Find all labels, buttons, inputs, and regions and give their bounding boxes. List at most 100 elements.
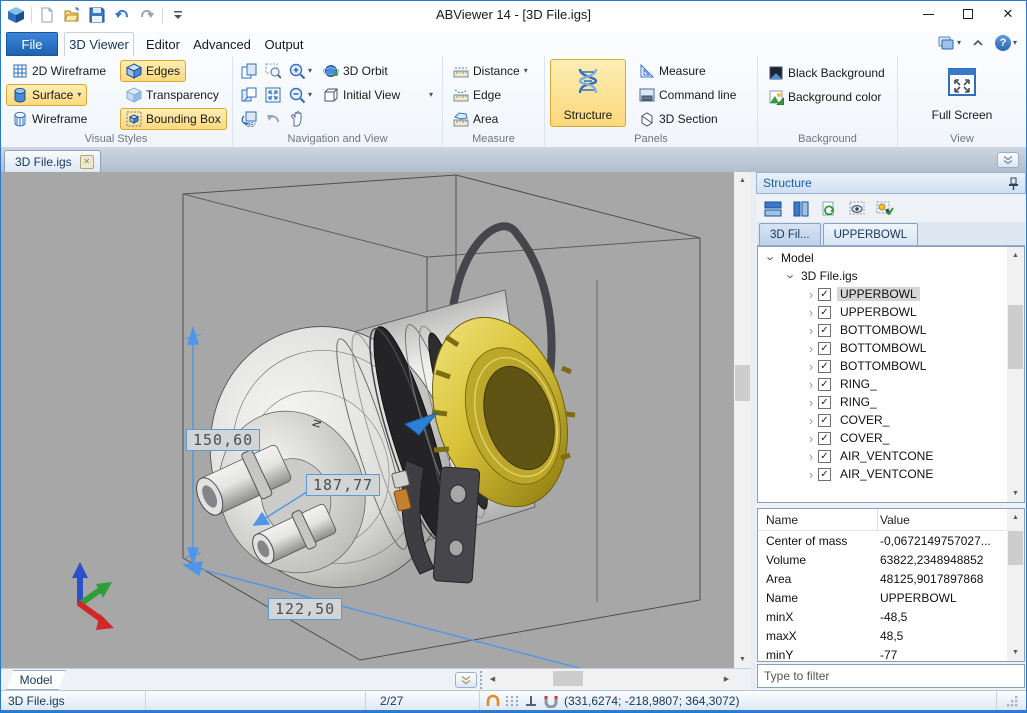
style-switcher-button[interactable]: ▾ — [937, 35, 961, 51]
tree-item-label[interactable]: RING_ — [837, 377, 880, 391]
visibility-checkbox[interactable]: ✓ — [818, 324, 831, 337]
3d-section-button[interactable]: 3D Section — [633, 108, 724, 130]
structure-tab-upperbowl[interactable]: UPPERBOWL — [823, 223, 919, 245]
tree-item-label[interactable]: AIR_VENTCONE — [837, 449, 936, 463]
visibility-checkbox[interactable]: ✓ — [818, 378, 831, 391]
visibility-checkbox[interactable]: ✓ — [818, 414, 831, 427]
maximize-button[interactable] — [957, 4, 979, 24]
tree-item[interactable]: ›✓ AIR_VENTCONE — [758, 447, 1007, 465]
property-row[interactable]: Area48125,9017897868 — [758, 569, 1024, 588]
scroll-up-icon[interactable]: ▲ — [1007, 509, 1024, 526]
viewport-hscrollbar[interactable]: ◀ ▶ — [484, 670, 735, 687]
resize-grip[interactable] — [1005, 694, 1019, 708]
expanded-chevron-icon[interactable]: › — [785, 269, 798, 283]
collapsed-chevron-icon[interactable]: › — [804, 396, 818, 409]
tree-item[interactable]: ›✓BOTTOMBOWL — [758, 357, 1007, 375]
tree-item-label[interactable]: BOTTOMBOWL — [837, 359, 929, 373]
structure-tab-file[interactable]: 3D Fil... — [759, 223, 821, 245]
snap-magnet-icon[interactable] — [543, 694, 559, 708]
visibility-checkbox[interactable]: ✓ — [818, 468, 831, 481]
initial-view-caret[interactable]: ▾ — [429, 91, 433, 99]
ortho-mode-icon[interactable] — [524, 694, 538, 708]
tree-item-label[interactable]: UPPERBOWL — [837, 287, 920, 301]
props-vscrollbar[interactable]: ▲ ▼ — [1007, 509, 1024, 661]
grid-snap-icon[interactable] — [505, 694, 519, 708]
scroll-down-icon[interactable]: ▼ — [734, 651, 751, 668]
structure-panel-header[interactable]: Structure — [756, 172, 1026, 194]
filter-input[interactable] — [757, 664, 1025, 688]
expanded-chevron-icon[interactable]: › — [765, 251, 778, 265]
visibility-checkbox[interactable]: ✓ — [818, 450, 831, 463]
property-row[interactable]: maxX48,5 — [758, 626, 1024, 645]
structure-panel-button[interactable]: Structure — [550, 59, 626, 127]
pin-icon[interactable] — [1008, 177, 1019, 190]
tree-item[interactable]: ›✓ BOTTOMBOWL — [758, 339, 1007, 357]
visibility-checkbox[interactable]: ✓ — [818, 396, 831, 409]
surface-button[interactable]: Surface ▾ — [6, 84, 87, 106]
visibility-checkbox[interactable]: ✓ — [818, 306, 831, 319]
tree-item[interactable]: ›✓ RING_ — [758, 393, 1007, 411]
scroll-down-icon[interactable]: ▼ — [1007, 485, 1024, 502]
tree-scroll-thumb[interactable] — [1008, 305, 1023, 369]
collapsed-chevron-icon[interactable]: › — [804, 378, 818, 391]
scroll-down-icon[interactable]: ▼ — [1007, 644, 1024, 661]
tree-item-label[interactable]: COVER_ — [837, 413, 892, 427]
previous-view-button[interactable] — [262, 108, 284, 130]
visibility-checkbox[interactable]: ✓ — [818, 342, 831, 355]
scroll-left-icon[interactable]: ◀ — [484, 670, 501, 687]
tab-output[interactable]: Output — [258, 32, 310, 56]
collapsed-chevron-icon[interactable]: › — [804, 432, 818, 445]
tree-item-label[interactable]: RING_ — [837, 395, 880, 409]
split-vertical-button[interactable] — [790, 198, 812, 220]
collapsed-chevron-icon[interactable]: › — [804, 288, 818, 301]
props-scroll-thumb[interactable] — [1008, 531, 1023, 565]
minimize-button[interactable] — [917, 4, 939, 24]
tree-item[interactable]: ›✓UPPERBOWL — [758, 303, 1007, 321]
visibility-checkbox[interactable]: ✓ — [818, 288, 831, 301]
tree-item[interactable]: ›✓COVER_ — [758, 429, 1007, 447]
layout-tab-model[interactable]: Model — [6, 670, 66, 690]
scroll-up-icon[interactable]: ▲ — [1007, 247, 1024, 264]
property-row[interactable]: Center of mass-0,0672149757027... — [758, 531, 1024, 550]
collapsed-chevron-icon[interactable]: › — [804, 450, 818, 463]
distance-button[interactable]: Distance ▾ — [447, 60, 534, 82]
scroll-right-icon[interactable]: ▶ — [718, 670, 735, 687]
tab-advanced[interactable]: Advanced — [190, 32, 254, 56]
zoom-in-caret[interactable]: ▾ — [308, 67, 312, 75]
tab-list-chevron-button[interactable] — [997, 152, 1019, 168]
property-row[interactable]: NameUPPERBOWL — [758, 588, 1024, 607]
hscroll-thumb[interactable] — [553, 671, 583, 686]
layout-list-chevron-button[interactable] — [455, 672, 477, 688]
background-color-button[interactable]: Background color — [762, 86, 887, 108]
tree-item-label[interactable]: AIR_VENTCONE — [837, 467, 936, 481]
collapsed-chevron-icon[interactable]: › — [804, 468, 818, 481]
tree-item[interactable]: ›✓ UPPERBOWL — [758, 285, 1007, 303]
tree-item[interactable]: ›✓BOTTOMBOWL — [758, 321, 1007, 339]
collapsed-chevron-icon[interactable]: › — [804, 360, 818, 373]
tree-item-label[interactable]: COVER_ — [837, 431, 892, 445]
ribbon-collapse-button[interactable] — [971, 37, 985, 49]
collapsed-chevron-icon[interactable]: › — [804, 324, 818, 337]
tree-item[interactable]: ›✓ COVER_ — [758, 411, 1007, 429]
wireframe-button[interactable]: Wireframe — [6, 108, 93, 130]
copy-view-button[interactable] — [238, 60, 260, 82]
pan-hand-button[interactable] — [286, 108, 308, 130]
command-line-button[interactable]: Command line — [633, 84, 742, 106]
orbit-mode-icon[interactable] — [486, 694, 500, 708]
tree-item-label[interactable]: Model — [778, 251, 817, 265]
help-button[interactable]: ? ▾ — [995, 35, 1017, 51]
viewport[interactable]: N 150,60 187,77 122,50 — [0, 172, 734, 668]
property-row[interactable]: minX-48,5 — [758, 607, 1024, 626]
collapsed-chevron-icon[interactable]: › — [804, 342, 818, 355]
document-close-icon[interactable]: ✕ — [80, 155, 94, 169]
viewport-canvas[interactable]: N — [0, 172, 734, 668]
document-tab[interactable]: 3D File.igs ✕ — [4, 150, 101, 172]
bounding-box-button[interactable]: Bounding Box — [120, 108, 227, 130]
tree-item-label[interactable]: BOTTOMBOWL — [837, 341, 929, 355]
tree-root-model[interactable]: ›Model — [758, 249, 1007, 267]
select-entities-button[interactable] — [874, 198, 896, 220]
collapsed-chevron-icon[interactable]: › — [804, 414, 818, 427]
collapsed-chevron-icon[interactable]: › — [804, 306, 818, 319]
tree-item[interactable]: ›✓ RING_ — [758, 375, 1007, 393]
tree-node-file[interactable]: ›3D File.igs — [758, 267, 1007, 285]
